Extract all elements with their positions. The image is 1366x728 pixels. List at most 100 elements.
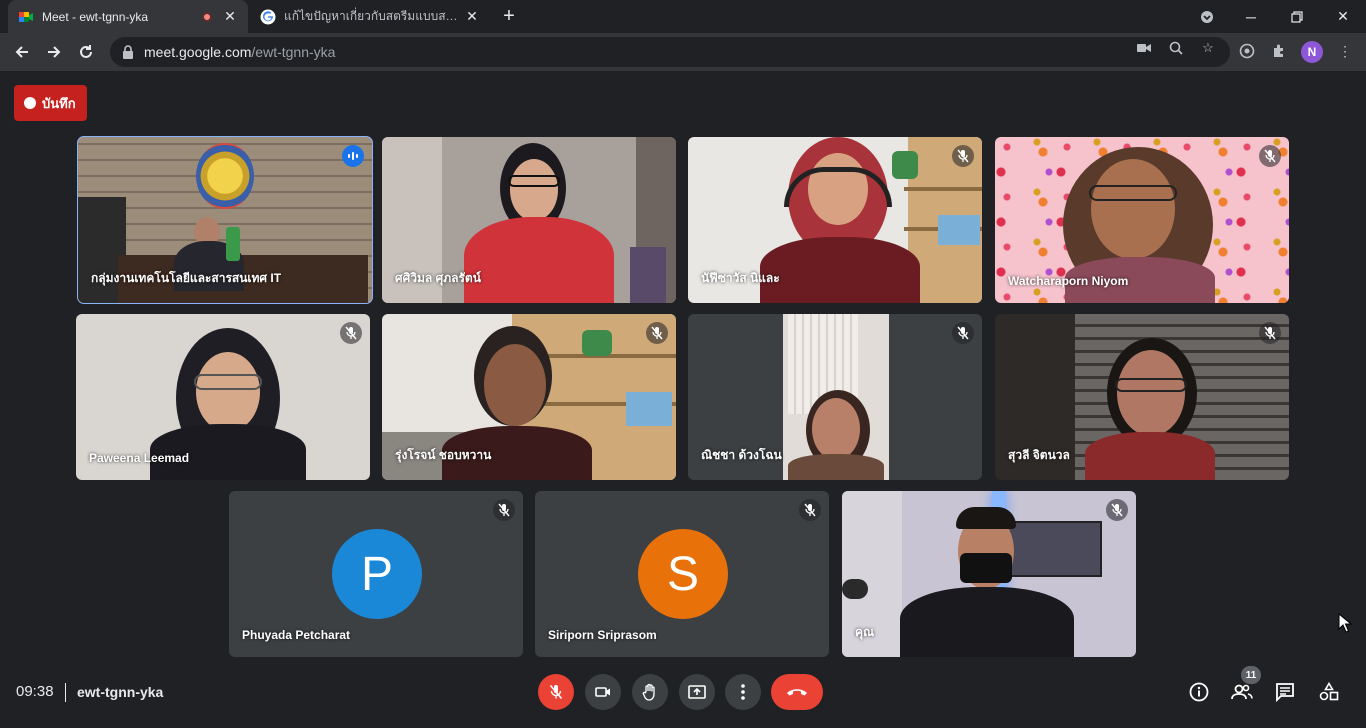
participant-tile[interactable]: Watcharaporn Niyom [995, 137, 1289, 303]
painting [626, 392, 672, 426]
participant-tile[interactable]: P Phuyada Petcharat [229, 491, 523, 657]
meeting-controls-bar: 09:38 ewt-tgnn-yka [0, 664, 1366, 728]
person-head [484, 344, 546, 426]
person-body [760, 237, 920, 303]
leave-call-button[interactable] [771, 674, 823, 710]
activities-button[interactable] [1315, 678, 1343, 706]
raise-hand-button[interactable] [632, 674, 668, 710]
close-window-button[interactable]: ✕ [1320, 0, 1366, 33]
kebab-menu-icon [741, 684, 745, 700]
face-mask [960, 553, 1012, 583]
recording-indicator-icon [202, 11, 212, 22]
extension-icon[interactable] [1236, 40, 1258, 62]
participant-name: คุณ [855, 625, 875, 639]
profile-avatar[interactable]: N [1301, 41, 1323, 63]
person-head [196, 352, 260, 432]
person-body [1085, 432, 1215, 480]
plant [582, 330, 612, 356]
mic-off-icon [549, 684, 563, 700]
url-host: meet.google.com [144, 44, 252, 60]
participant-tile[interactable]: ณิชชา ด้วงโฉน [688, 314, 982, 480]
video-camera-icon [595, 687, 610, 697]
mic-off-icon [646, 322, 668, 344]
participant-tile[interactable]: Paweena Leemad [76, 314, 370, 480]
glasses [1115, 378, 1187, 392]
mic-off-icon [1259, 322, 1281, 344]
activities-shapes-icon [1319, 682, 1339, 701]
meeting-details-button[interactable] [1185, 678, 1213, 706]
books-stack [630, 247, 666, 303]
person-body [464, 217, 614, 303]
chat-button[interactable] [1271, 678, 1299, 706]
participant-count-badge: 11 [1241, 666, 1261, 684]
back-button[interactable] [10, 40, 34, 64]
participant-tile[interactable]: ศศิวิมล ศุภลรัตน์ [382, 137, 676, 303]
speaking-indicator-icon [342, 145, 364, 167]
present-screen-icon [688, 685, 706, 699]
glasses [508, 175, 560, 187]
microphone [842, 579, 868, 599]
minimize-button[interactable]: ─ [1228, 0, 1274, 33]
more-options-button[interactable] [725, 674, 761, 710]
info-icon [1189, 682, 1209, 702]
participant-tile[interactable]: นัฟีซาวัส นิและ [688, 137, 982, 303]
participant-tile[interactable]: รุ่งโรจน์ ชอบหวาน [382, 314, 676, 480]
mic-off-icon [340, 322, 362, 344]
painting [938, 215, 980, 245]
person-head [1091, 159, 1175, 259]
shelf [904, 187, 982, 191]
bookmark-star-icon[interactable]: ☆ [1200, 40, 1216, 56]
people-icon [1231, 684, 1253, 700]
tab-title: Meet - ewt-tgnn-yka [42, 9, 149, 24]
tv-screen [1006, 521, 1102, 577]
url-path: /ewt-tgnn-yka [251, 44, 336, 60]
flag [226, 227, 240, 261]
zoom-icon[interactable] [1168, 40, 1184, 56]
new-tab-button[interactable]: + [498, 5, 520, 27]
clock: 09:38 [16, 683, 54, 700]
mic-off-icon [493, 499, 515, 521]
record-label: บันทึก [42, 95, 76, 111]
person-head [510, 159, 558, 221]
mic-off-icon [799, 499, 821, 521]
google-meet-icon [19, 11, 33, 22]
google-g-icon [260, 9, 276, 24]
school-emblem-logo [196, 143, 254, 209]
person-body [900, 587, 1074, 657]
microphone-toggle-button[interactable] [538, 674, 574, 710]
tab-google-support[interactable]: แก้ไขปัญหาเกี่ยวกับสตรีมแบบสด - Go ✕ [250, 0, 490, 33]
menu-kebab-icon[interactable]: ⋮ [1334, 40, 1356, 62]
camera-toggle-button[interactable] [585, 674, 621, 710]
chat-icon [1276, 683, 1294, 702]
participant-name: ศศิวิมล ศุภลรัตน์ [395, 271, 481, 285]
recording-badge[interactable]: บันทึก [14, 85, 87, 121]
close-tab-icon[interactable]: ✕ [464, 8, 480, 25]
participant-name: Siriporn Sriprasom [548, 628, 657, 642]
participant-tile[interactable]: สุวลี จิตนวล [995, 314, 1289, 480]
participant-name: ณิชชา ด้วงโฉน [701, 448, 782, 462]
hand-icon [642, 683, 655, 701]
restore-button[interactable] [1274, 0, 1320, 33]
reload-button[interactable] [74, 40, 98, 64]
forward-button[interactable] [42, 40, 66, 64]
person-head [1117, 350, 1185, 436]
camera-in-use-icon[interactable] [1136, 40, 1152, 56]
browser-toolbar: meet.google.com/ewt-tgnn-yka ☆ N ⋮ [0, 33, 1366, 71]
puzzle-extensions-icon[interactable] [1268, 40, 1290, 62]
mic-off-icon [952, 145, 974, 167]
address-bar[interactable]: meet.google.com/ewt-tgnn-yka [110, 37, 1230, 67]
tab-meet[interactable]: Meet - ewt-tgnn-yka ✕ [8, 0, 248, 33]
mic-off-icon [952, 322, 974, 344]
participant-name: Paweena Leemad [89, 451, 190, 465]
close-tab-icon[interactable]: ✕ [222, 8, 238, 25]
participant-tile[interactable]: S Siriporn Sriprasom [535, 491, 829, 657]
participant-name: Phuyada Petcharat [242, 628, 351, 642]
glasses [194, 374, 262, 390]
divider [65, 683, 66, 702]
mic-off-icon [1106, 499, 1128, 521]
participant-tile[interactable]: กลุ่มงานเทคโนโลยีและสารสนเทศ IT [77, 136, 373, 304]
tab-search-icon[interactable] [1184, 0, 1230, 33]
lock-icon [123, 45, 133, 59]
present-screen-button[interactable] [679, 674, 715, 710]
participant-tile-self[interactable]: คุณ [842, 491, 1136, 657]
